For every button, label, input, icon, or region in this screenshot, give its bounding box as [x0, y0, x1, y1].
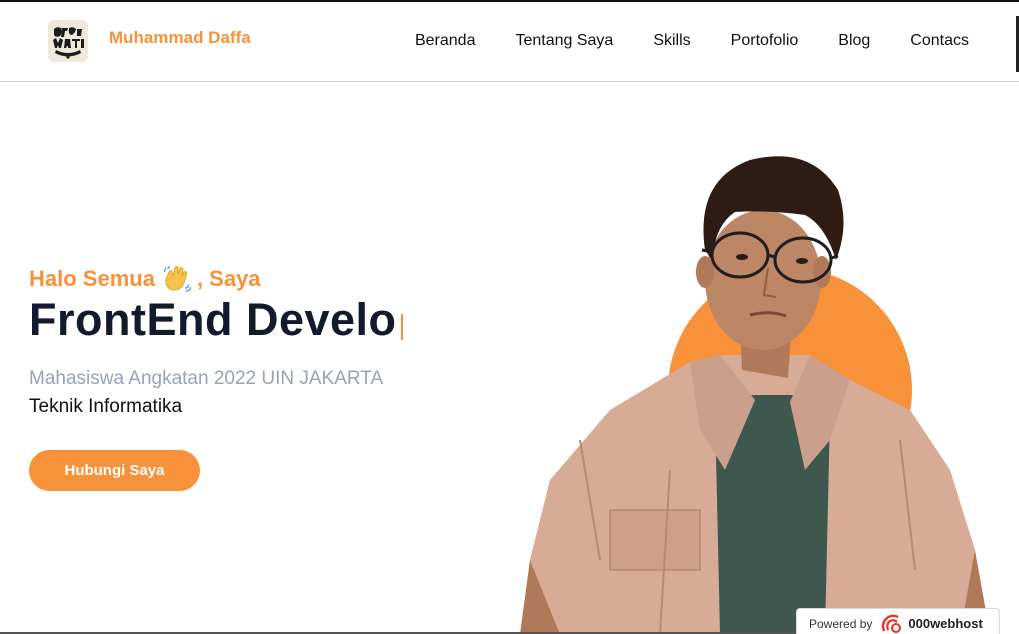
hero-headline: FrontEnd Develo	[29, 294, 403, 346]
typed-title: FrontEnd Develo	[29, 294, 397, 345]
powered-by-badge[interactable]: Powered by 000webhost	[796, 608, 1000, 634]
contact-me-button[interactable]: Hubungi Saya	[29, 450, 200, 491]
webhost-name[interactable]: 000webhost	[908, 616, 982, 631]
nav-contacs[interactable]: Contacs	[910, 32, 969, 50]
webhost-logo-icon	[880, 613, 904, 634]
nav-tentang-saya[interactable]: Tentang Saya	[515, 32, 613, 50]
nav-portofolio[interactable]: Portofolio	[731, 32, 799, 50]
nav-beranda[interactable]: Beranda	[415, 32, 476, 50]
main-nav: Beranda Tentang Saya Skills Portofolio B…	[415, 32, 969, 50]
site-header: Muhammad Daffa Beranda Tentang Saya Skil…	[0, 2, 1019, 82]
nav-skills[interactable]: Skills	[653, 32, 690, 50]
waving-hand-icon	[163, 266, 192, 292]
hero-greeting: Halo Semua , Saya	[29, 266, 403, 292]
brand[interactable]: Muhammad Daffa	[48, 20, 251, 62]
nav-blog[interactable]: Blog	[838, 32, 870, 50]
typing-cursor	[400, 314, 403, 340]
logo-icon[interactable]	[48, 20, 88, 62]
brand-name[interactable]: Muhammad Daffa	[109, 28, 251, 48]
hero-subtitle: Mahasiswa Angkatan 2022 UIN JAKARTA	[29, 368, 384, 389]
greeting-prefix: Halo Semua	[29, 266, 155, 291]
hero-major: Teknik Informatika	[29, 396, 183, 417]
powered-label: Powered by	[809, 616, 873, 631]
hero-portrait	[520, 140, 990, 634]
greeting-suffix: , Saya	[196, 266, 261, 291]
hero-text: Halo Semua , Saya FrontEnd Develo Mahasi…	[29, 266, 403, 418]
